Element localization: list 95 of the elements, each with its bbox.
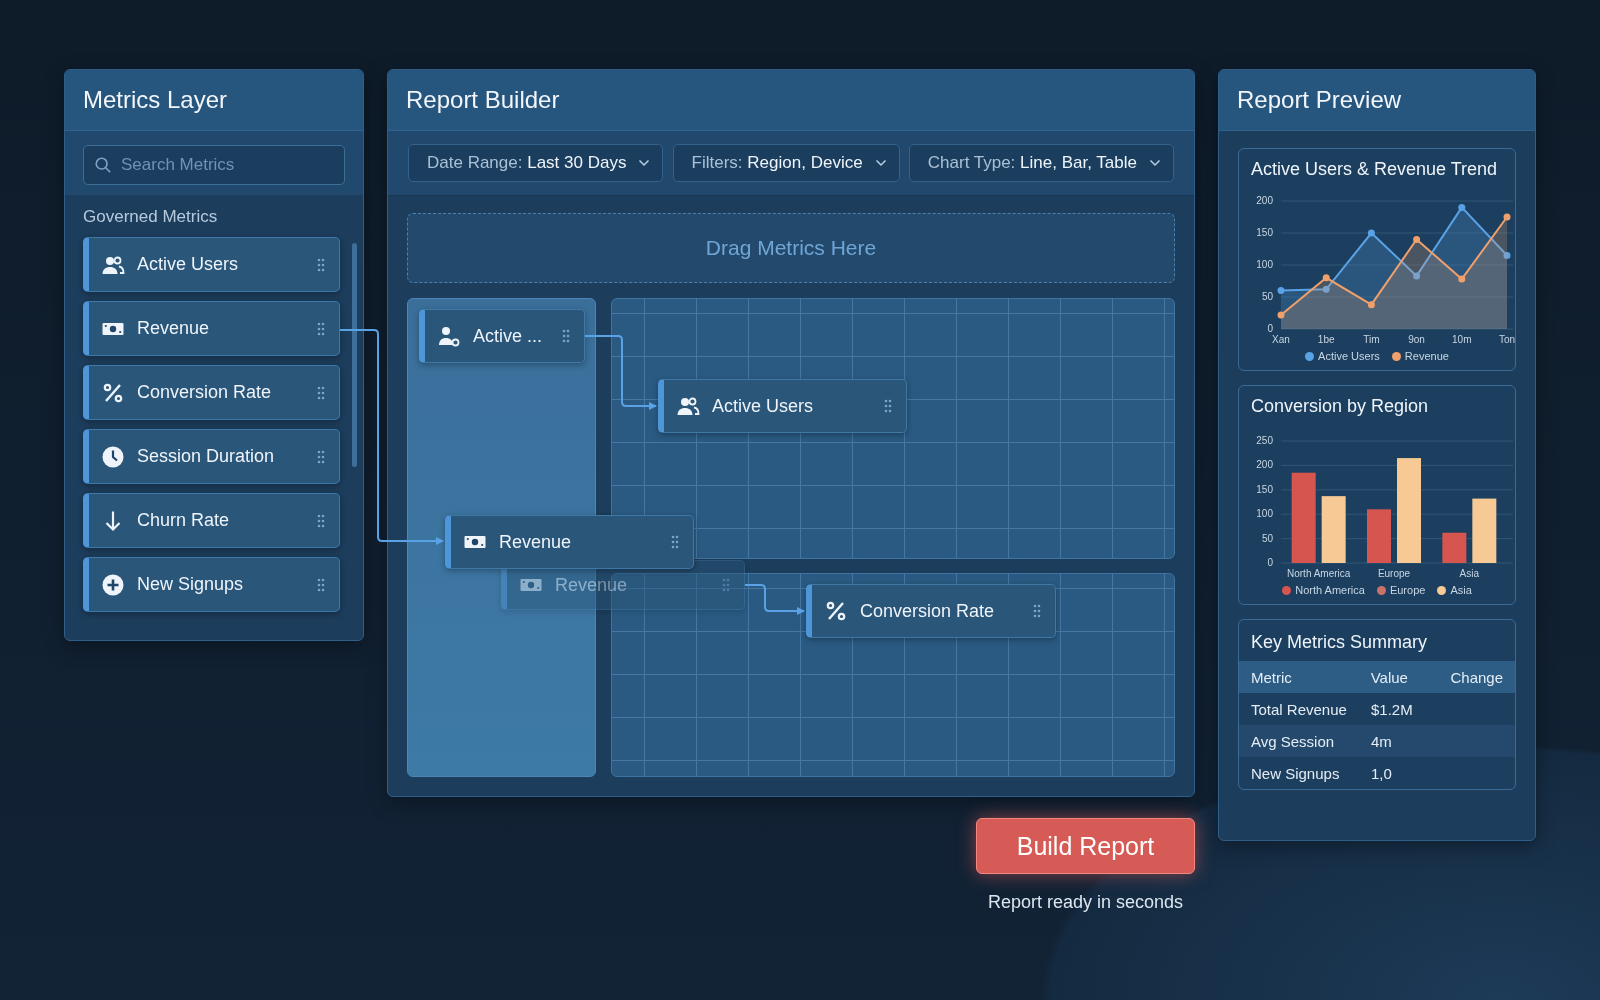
metric-card[interactable]: Active Users <box>658 379 907 433</box>
grip-icon[interactable] <box>317 321 325 336</box>
column-header: Change <box>1450 668 1503 686</box>
axis-label: 50 <box>1261 532 1273 544</box>
point <box>1322 285 1330 293</box>
axis-label: 0 <box>1267 557 1273 568</box>
panel-title: Report Builder <box>406 86 560 114</box>
table-cell-text: 4m <box>1371 732 1393 750</box>
section-label: Governed Metrics <box>83 207 219 227</box>
grip-icon[interactable] <box>317 577 325 592</box>
grip-icon[interactable] <box>317 449 325 464</box>
panel-title: Report Preview <box>1237 86 1402 114</box>
legend-label: North America <box>1295 584 1365 596</box>
chart-title: Active Users & Revenue Trend <box>1250 159 1499 181</box>
point <box>1367 301 1375 309</box>
dropdown[interactable]: Date Range: Last 30 Days <box>408 144 664 182</box>
point <box>1322 274 1330 282</box>
axis-label: 200 <box>1256 459 1273 471</box>
axis-label: Europe <box>1377 568 1411 579</box>
chevron-icon <box>874 159 887 167</box>
caption: Report ready in seconds <box>986 892 1185 913</box>
grip-icon[interactable] <box>722 578 730 592</box>
grip-icon[interactable] <box>562 329 570 343</box>
grip-icon[interactable] <box>317 385 325 400</box>
user-badge-icon <box>437 324 461 348</box>
point <box>1503 213 1511 221</box>
table-cell-text: New Signups <box>1251 764 1341 782</box>
grip-icon[interactable] <box>317 257 325 272</box>
chevron-icon <box>1149 159 1161 167</box>
metric-item[interactable]: Conversion Rate <box>83 365 340 420</box>
axis-label: 10m <box>1452 334 1472 345</box>
axis-label: Asia <box>1459 568 1480 579</box>
point <box>1413 272 1421 280</box>
clock-icon <box>101 444 125 469</box>
axis-label: 150 <box>1256 483 1273 495</box>
axis-label: 100 <box>1256 508 1273 520</box>
metric-card[interactable]: Active ... <box>419 309 585 363</box>
point <box>1503 251 1511 259</box>
scrollbar[interactable] <box>352 243 357 467</box>
axis-label: 200 <box>1256 195 1273 206</box>
search-icon <box>94 156 112 174</box>
metric-card[interactable]: Conversion Rate <box>806 584 1056 638</box>
point <box>1458 275 1466 283</box>
column-header: Metric <box>1251 668 1293 686</box>
axis-label: 100 <box>1256 259 1273 270</box>
grip-icon[interactable] <box>317 513 325 528</box>
dropdown[interactable]: Filters: Region, Device <box>672 144 900 182</box>
axis-label: 250 <box>1256 435 1273 446</box>
table-cell-text: Avg Session <box>1251 732 1336 750</box>
chart-title: Conversion by Region <box>1250 396 1430 418</box>
legend-label: Revenue <box>1404 350 1449 362</box>
legend-label: Active Users <box>1318 350 1380 362</box>
grip-icon[interactable] <box>884 399 892 413</box>
point <box>1277 287 1285 295</box>
search-field[interactable]: Search Metrics <box>83 145 345 185</box>
bar <box>1472 498 1497 563</box>
axis-label: 50 <box>1261 291 1273 302</box>
axis-label: Xan <box>1272 334 1290 345</box>
legend-label: Europe <box>1389 584 1426 596</box>
bar <box>1367 509 1391 563</box>
connector-arrow <box>744 584 805 615</box>
axis-label: 0 <box>1267 323 1273 334</box>
metric-item[interactable]: Active Users <box>83 237 340 292</box>
card-title: Key Metrics Summary <box>1250 631 1429 654</box>
axis-label: Ton <box>1498 334 1516 345</box>
table-cell-text: 1,0 <box>1371 764 1393 782</box>
build-report-button[interactable]: Build Report <box>976 818 1195 874</box>
axis-label: North America <box>1287 568 1351 579</box>
point <box>1367 229 1375 237</box>
bar <box>1442 532 1467 563</box>
drop-zone[interactable]: Drag Metrics Here <box>407 213 1175 283</box>
axis-label: 1be <box>1317 334 1335 345</box>
table-cell-text: $1.2M <box>1371 700 1414 718</box>
percent-icon <box>824 599 848 623</box>
column-header: Value <box>1370 668 1409 686</box>
grip-icon[interactable] <box>1033 604 1041 618</box>
plus-icon <box>101 572 125 597</box>
metric-card[interactable]: Revenue <box>445 515 694 569</box>
legend-label: Asia <box>1450 584 1472 596</box>
point <box>1413 235 1421 243</box>
axis-label: 150 <box>1256 227 1273 238</box>
metric-item[interactable]: New Signups <box>83 557 340 612</box>
chevron-icon <box>638 159 651 167</box>
axis-label: 9on <box>1408 334 1425 345</box>
metric-item[interactable]: Churn Rate <box>83 493 340 548</box>
point <box>1277 311 1285 319</box>
panel-title: Metrics Layer <box>83 86 228 114</box>
dropdown[interactable]: Chart Type: Line, Bar, Table <box>908 144 1174 182</box>
point <box>1458 203 1466 211</box>
metric-item[interactable]: Session Duration <box>83 429 340 484</box>
grip-icon[interactable] <box>671 535 679 549</box>
metric-item[interactable]: Revenue <box>83 301 340 356</box>
table-cell-text: Total Revenue <box>1251 700 1348 718</box>
bar <box>1321 496 1346 563</box>
axis-label: Tim <box>1363 334 1380 345</box>
